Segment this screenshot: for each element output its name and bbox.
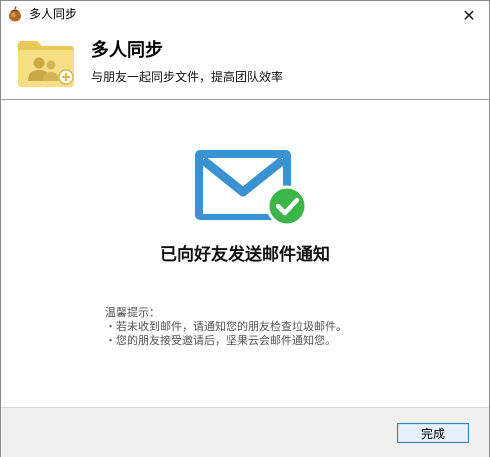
mail-sent-icon	[195, 150, 308, 227]
status-message: 已向好友发送邮件通知	[160, 245, 330, 265]
nut-app-icon	[9, 6, 21, 22]
shared-folder-icon	[18, 41, 74, 87]
title-bar: 多人同步 ✕	[1, 1, 489, 29]
header-banner: 多人同步 与朋友一起同步文件，提高团队效率	[1, 29, 489, 100]
close-icon: ✕	[462, 5, 476, 25]
footer-bar: 完成	[1, 407, 489, 457]
content-area: 已向好友发送邮件通知 温馨提示： ・若未收到邮件，请通知您的朋友检查垃圾邮件。 …	[1, 100, 489, 406]
dialog-window: 多人同步 ✕ 多人同步 与朋友一起同步文件，提高团队效率 已向好友发送邮件通知	[0, 0, 490, 457]
tip-item: ・若未收到邮件，请通知您的朋友检查垃圾邮件。	[105, 320, 347, 333]
header-title: 多人同步	[91, 40, 163, 61]
tips-title: 温馨提示：	[105, 306, 160, 319]
tips-section: 温馨提示： ・若未收到邮件，请通知您的朋友检查垃圾邮件。 ・您的朋友接受邀请后，…	[105, 306, 347, 348]
close-button[interactable]: ✕	[449, 1, 489, 29]
done-button[interactable]: 完成	[397, 423, 469, 443]
header-subtitle: 与朋友一起同步文件，提高团队效率	[91, 70, 284, 84]
tip-item: ・您的朋友接受邀请后，坚果云会邮件通知您。	[105, 334, 336, 347]
window-title: 多人同步	[29, 7, 78, 21]
